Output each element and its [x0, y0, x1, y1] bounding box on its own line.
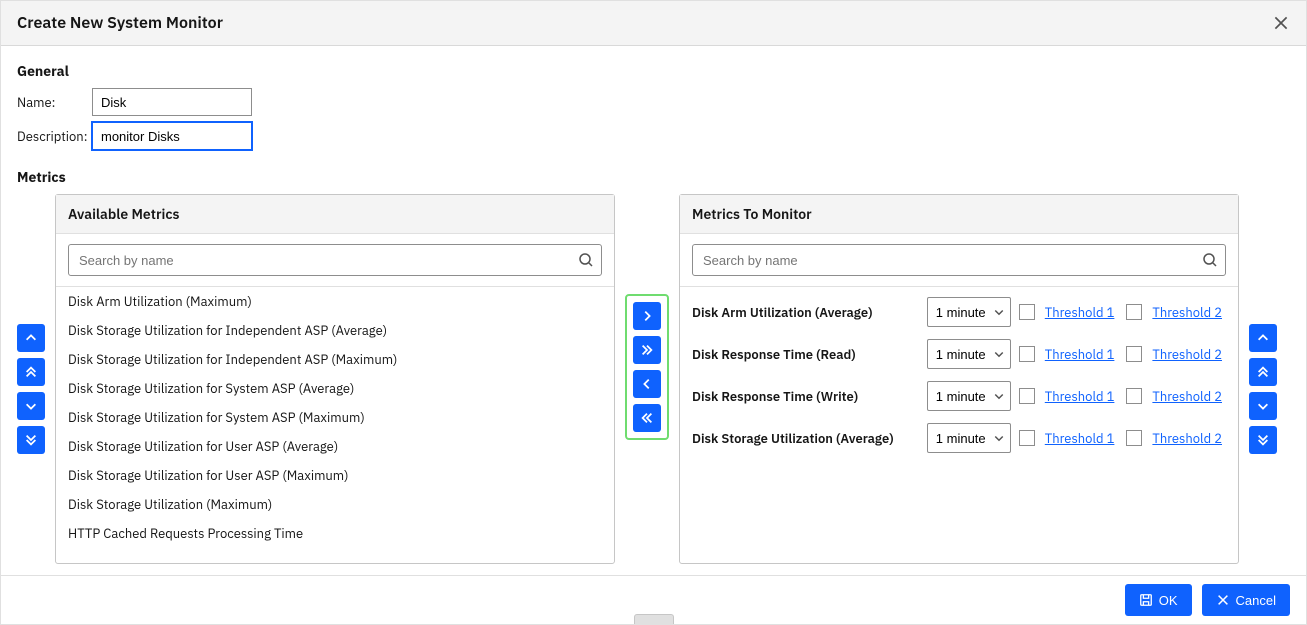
available-metrics-title: Available Metrics — [56, 195, 614, 234]
available-metrics-list[interactable]: Disk Arm Utilization (Maximum)Disk Stora… — [56, 287, 614, 563]
available-reorder-column — [17, 194, 45, 454]
monitor-row: Disk Storage Utilization (Average) 1 minu… — [680, 417, 1238, 459]
to-monitor-list: Disk Arm Utilization (Average) 1 minute Th… — [680, 287, 1238, 563]
to-monitor-title: Metrics To Monitor — [680, 195, 1238, 234]
monitor-metric-name: Disk Storage Utilization (Average) — [692, 430, 919, 447]
double-chevron-up-icon — [24, 365, 38, 379]
remove-selected-button[interactable] — [633, 370, 661, 398]
move-bottom-button[interactable] — [1249, 426, 1277, 454]
description-input[interactable] — [92, 122, 252, 150]
name-label: Name: — [17, 94, 92, 111]
add-selected-button[interactable] — [633, 302, 661, 330]
list-item[interactable]: Disk Storage Utilization for User ASP (M… — [56, 461, 614, 490]
threshold1-checkbox[interactable] — [1019, 346, 1035, 362]
ok-label: OK — [1159, 593, 1178, 608]
move-up-button[interactable] — [1249, 324, 1277, 352]
chevron-up-icon — [1256, 331, 1270, 345]
threshold1-link[interactable]: Threshold 1 — [1045, 346, 1115, 363]
name-row: Name: — [17, 88, 1290, 116]
threshold1-link[interactable]: Threshold 1 — [1045, 430, 1115, 447]
monitor-row: Disk Response Time (Read) 1 minute Thresho… — [680, 333, 1238, 375]
metrics-area: Available Metrics Disk Arm Utilization (… — [17, 194, 1290, 564]
threshold1-link[interactable]: Threshold 1 — [1045, 304, 1115, 321]
threshold1-checkbox[interactable] — [1019, 304, 1035, 320]
double-chevron-down-icon — [1256, 433, 1270, 447]
double-chevron-down-icon — [24, 433, 38, 447]
threshold1-link[interactable]: Threshold 1 — [1045, 388, 1115, 405]
chevron-up-icon — [24, 331, 38, 345]
dialog-body: General Name: Description: Metrics — [1, 46, 1306, 575]
available-search-area — [56, 234, 614, 287]
list-item[interactable]: Disk Storage Utilization for System ASP … — [56, 403, 614, 432]
monitor-metric-name: Disk Arm Utilization (Average) — [692, 304, 919, 321]
list-item[interactable]: Disk Storage Utilization for System ASP … — [56, 374, 614, 403]
monitor-metric-name: Disk Response Time (Write) — [692, 388, 919, 405]
threshold2-checkbox[interactable] — [1126, 304, 1142, 320]
close-button[interactable] — [1272, 14, 1290, 32]
threshold2-link[interactable]: Threshold 2 — [1152, 304, 1222, 321]
chevron-right-icon — [640, 309, 654, 323]
dialog-window: Create New System Monitor General Name: … — [0, 0, 1307, 625]
threshold2-checkbox[interactable] — [1126, 430, 1142, 446]
list-item[interactable]: HTTP Cached Requests Processing Time — [56, 519, 614, 548]
name-input[interactable] — [92, 88, 252, 116]
move-top-button[interactable] — [1249, 358, 1277, 386]
double-chevron-right-icon — [640, 343, 654, 357]
threshold1-checkbox[interactable] — [1019, 388, 1035, 404]
list-item[interactable]: Disk Storage Utilization for Independent… — [56, 345, 614, 374]
move-down-button[interactable] — [17, 392, 45, 420]
move-top-button[interactable] — [17, 358, 45, 386]
to-monitor-search-area — [680, 234, 1238, 287]
threshold2-link[interactable]: Threshold 2 — [1152, 430, 1222, 447]
available-search-input[interactable] — [68, 244, 602, 276]
threshold1-checkbox[interactable] — [1019, 430, 1035, 446]
close-icon — [1272, 14, 1290, 32]
remove-all-button[interactable] — [633, 404, 661, 432]
dialog-title: Create New System Monitor — [17, 13, 223, 33]
save-icon — [1139, 593, 1153, 607]
list-item[interactable]: Disk Arm Utilization (Maximum) — [56, 287, 614, 316]
monitor-row: Disk Arm Utilization (Average) 1 minute Th… — [680, 291, 1238, 333]
threshold2-checkbox[interactable] — [1126, 388, 1142, 404]
list-item[interactable]: Disk Storage Utilization (Maximum) — [56, 490, 614, 519]
general-heading: General — [17, 62, 1290, 80]
interval-select[interactable]: 1 minute — [927, 339, 1011, 369]
move-bottom-button[interactable] — [17, 426, 45, 454]
add-all-button[interactable] — [633, 336, 661, 364]
monitor-row: Disk Response Time (Write) 1 minute Thresh… — [680, 375, 1238, 417]
ok-button[interactable]: OK — [1125, 584, 1192, 616]
monitor-metric-name: Disk Response Time (Read) — [692, 346, 919, 363]
move-down-button[interactable] — [1249, 392, 1277, 420]
threshold2-checkbox[interactable] — [1126, 346, 1142, 362]
list-item[interactable]: Disk Storage Utilization for User ASP (A… — [56, 432, 614, 461]
close-icon — [1216, 593, 1230, 607]
search-icon — [578, 252, 594, 268]
double-chevron-up-icon — [1256, 365, 1270, 379]
available-metrics-panel: Available Metrics Disk Arm Utilization (… — [55, 194, 615, 564]
chevron-down-icon — [1256, 399, 1270, 413]
move-up-button[interactable] — [17, 324, 45, 352]
interval-select[interactable]: 1 minute — [927, 297, 1011, 327]
double-chevron-left-icon — [640, 411, 654, 425]
title-bar: Create New System Monitor — [1, 1, 1306, 46]
cancel-label: Cancel — [1236, 593, 1276, 608]
description-label: Description: — [17, 128, 92, 145]
to-monitor-search-input[interactable] — [692, 244, 1226, 276]
description-row: Description: — [17, 122, 1290, 150]
transfer-buttons-group — [625, 294, 669, 440]
chevron-down-icon — [24, 399, 38, 413]
to-monitor-panel: Metrics To Monitor Disk Arm Utilization … — [679, 194, 1239, 564]
interval-select[interactable]: 1 minute — [927, 423, 1011, 453]
metrics-heading: Metrics — [17, 168, 1290, 186]
cancel-button[interactable]: Cancel — [1202, 584, 1290, 616]
threshold2-link[interactable]: Threshold 2 — [1152, 346, 1222, 363]
threshold2-link[interactable]: Threshold 2 — [1152, 388, 1222, 405]
resize-handle[interactable] — [634, 614, 674, 624]
search-icon — [1202, 252, 1218, 268]
list-item[interactable]: Disk Storage Utilization for Independent… — [56, 316, 614, 345]
chevron-left-icon — [640, 377, 654, 391]
interval-select[interactable]: 1 minute — [927, 381, 1011, 411]
to-monitor-reorder-column — [1249, 194, 1277, 454]
